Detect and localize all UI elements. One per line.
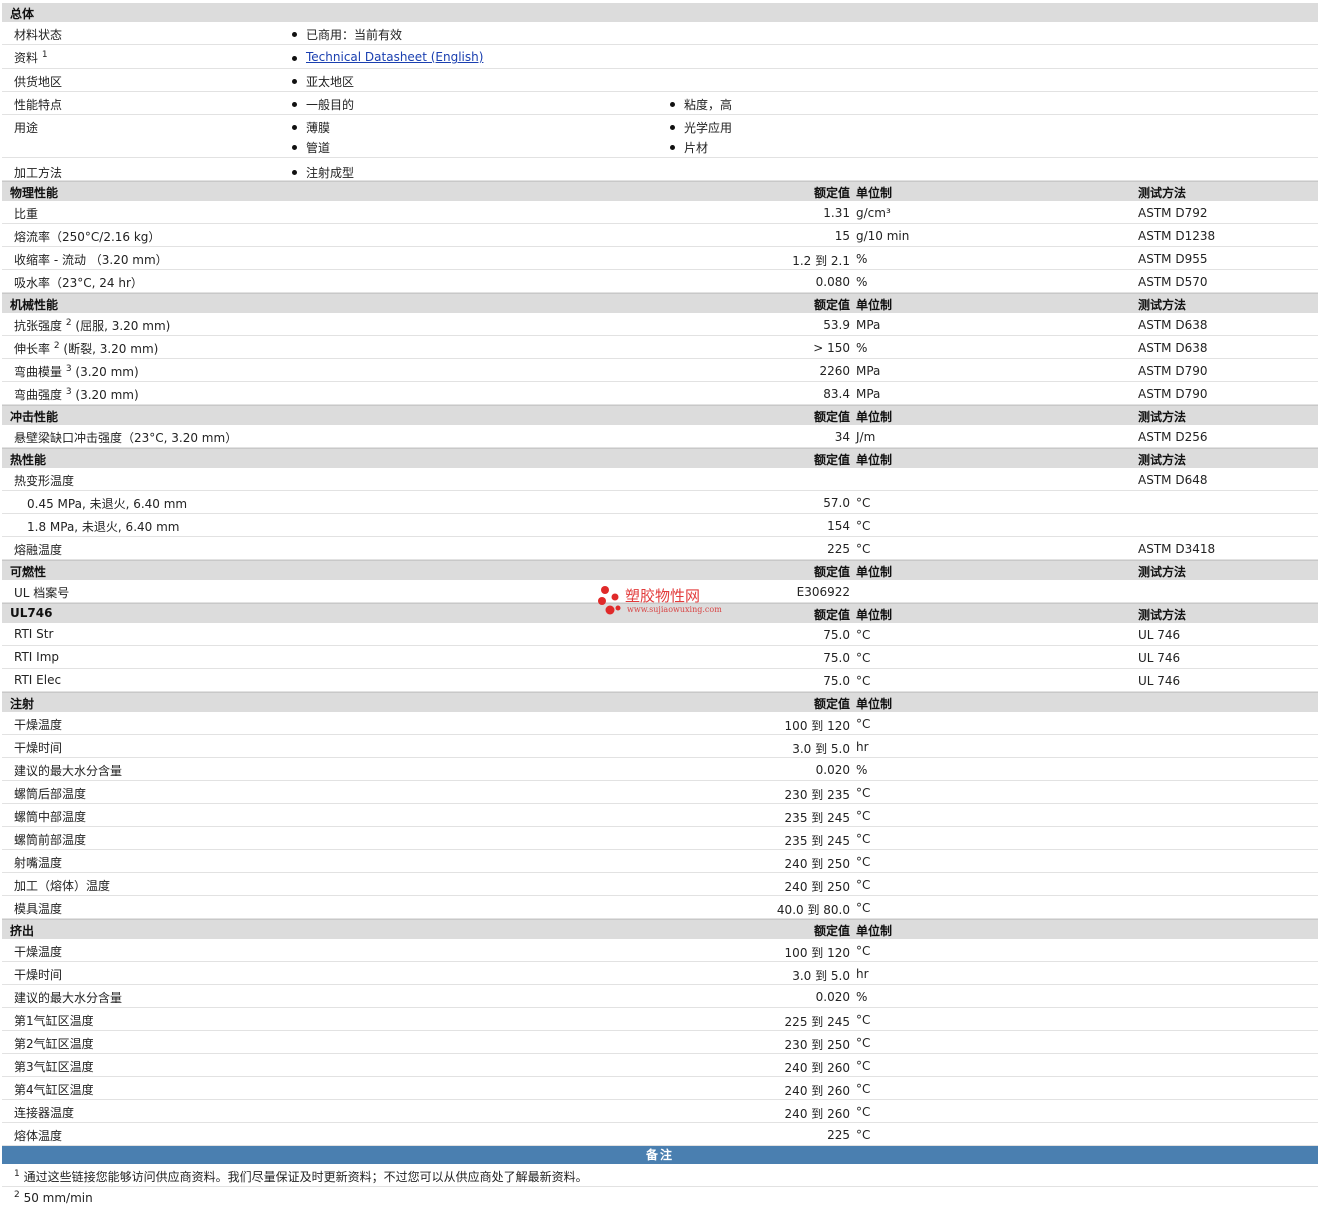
watermark-text: 塑胶物性网 bbox=[625, 587, 701, 605]
use-item: 片材 bbox=[668, 139, 732, 159]
property-row: 干燥时间 3.0 到 5.0 hr bbox=[2, 735, 1318, 758]
row-label: 加工方法 bbox=[14, 166, 63, 180]
property-row: 螺筒前部温度 235 到 245 °C bbox=[2, 827, 1318, 850]
section-title: 总体 bbox=[10, 7, 35, 21]
property-row: RTI Imp 75.0 °C UL 746 bbox=[2, 646, 1318, 669]
property-row: 加工（熔体）温度 240 到 250 °C bbox=[2, 873, 1318, 896]
property-row: 1.8 MPa, 未退火, 6.40 mm 154 °C bbox=[2, 514, 1318, 537]
property-row: 干燥温度 100 到 120 °C bbox=[2, 939, 1318, 962]
section-title: 挤出 bbox=[10, 924, 35, 938]
property-row: 0.45 MPa, 未退火, 6.40 mm 57.0 °C bbox=[2, 491, 1318, 514]
property-row: RTI Elec 75.0 °C UL 746 bbox=[2, 669, 1318, 692]
property-row: 弯曲强度 3 (3.20 mm) 83.4 MPa ASTM D790 bbox=[2, 382, 1318, 405]
notes-header: 备注 bbox=[2, 1146, 1318, 1164]
property-row: 连接器温度 240 到 260 °C bbox=[2, 1100, 1318, 1123]
section-title: 注射 bbox=[10, 697, 35, 711]
header-method: 测试方法 bbox=[1138, 186, 1187, 200]
property-row: 第3气缸区温度 240 到 260 °C bbox=[2, 1054, 1318, 1077]
feature-item: 一般目的 bbox=[290, 96, 354, 116]
row-label: 供货地区 bbox=[14, 75, 63, 89]
row-label: 材料状态 bbox=[14, 28, 63, 42]
row-status: 材料状态 已商用：当前有效 bbox=[2, 22, 1318, 45]
property-row: 干燥温度 100 到 120 °C bbox=[2, 712, 1318, 735]
property-row: 第2气缸区温度 230 到 250 °C bbox=[2, 1031, 1318, 1054]
property-row: 螺筒后部温度 230 到 235 °C bbox=[2, 781, 1318, 804]
property-row: 弯曲模量 3 (3.20 mm) 2260 MPa ASTM D790 bbox=[2, 359, 1318, 382]
property-row: 比重 1.31 g/cm³ ASTM D792 bbox=[2, 201, 1318, 224]
section-title: 热性能 bbox=[10, 453, 47, 467]
header-unit: 单位制 bbox=[856, 186, 893, 200]
section-title: 物理性能 bbox=[10, 186, 59, 200]
use-item: 光学应用 bbox=[668, 119, 732, 139]
status-value: 已商用：当前有效 bbox=[290, 26, 402, 46]
section-general-header: 总体 bbox=[2, 3, 1318, 22]
section-thermal-header: 热性能 额定值 单位制 测试方法 bbox=[2, 448, 1318, 468]
row-label: 用途 bbox=[14, 121, 39, 135]
watermark-logo: 塑胶物性网 www.sujiaowuxing.com bbox=[596, 584, 736, 620]
property-row: 熔流率（250°C/2.16 kg） 15 g/10 min ASTM D1238 bbox=[2, 224, 1318, 247]
section-impact-header: 冲击性能 额定值 单位制 测试方法 bbox=[2, 405, 1318, 425]
row-process: 加工方法 注射成型 bbox=[2, 158, 1318, 181]
property-row: RTI Str 75.0 °C UL 746 bbox=[2, 623, 1318, 646]
property-row: 吸水率（23°C, 24 hr） 0.080% ASTM D570 bbox=[2, 270, 1318, 293]
property-row: 建议的最大水分含量 0.020% bbox=[2, 758, 1318, 781]
property-row: 螺筒中部温度 235 到 245 °C bbox=[2, 804, 1318, 827]
section-injection-header: 注射 额定值 单位制 bbox=[2, 692, 1318, 712]
use-item: 管道 bbox=[290, 139, 330, 159]
property-row: 抗张强度 2 (屈服, 3.20 mm) 53.9 MPa ASTM D638 bbox=[2, 313, 1318, 336]
property-row: 干燥时间 3.0 到 5.0 hr bbox=[2, 962, 1318, 985]
section-mechanical-header: 机械性能 额定值 单位制 测试方法 bbox=[2, 293, 1318, 313]
property-row: 模具温度 40.0 到 80.0 °C bbox=[2, 896, 1318, 919]
property-row: 悬壁梁缺口冲击强度（23°C, 3.20 mm） 34 J/m ASTM D256 bbox=[2, 425, 1318, 448]
property-row: 第1气缸区温度 225 到 245 °C bbox=[2, 1008, 1318, 1031]
use-item: 薄膜 bbox=[290, 119, 330, 139]
section-title: 机械性能 bbox=[10, 298, 59, 312]
section-physical-header: 物理性能 额定值 单位制 测试方法 bbox=[2, 181, 1318, 201]
technical-datasheet-link[interactable]: Technical Datasheet (English) bbox=[306, 50, 483, 64]
row-region: 供货地区 亚太地区 bbox=[2, 69, 1318, 92]
property-row: 热变形温度 ASTM D648 bbox=[2, 468, 1318, 491]
property-row: 伸长率 2 (断裂, 3.20 mm) > 150% ASTM D638 bbox=[2, 336, 1318, 359]
row-features: 性能特点 一般目的 粘度，高 bbox=[2, 92, 1318, 115]
row-uses: 用途 薄膜 管道 光学应用 片材 bbox=[2, 115, 1318, 158]
header-value: 额定值 bbox=[813, 186, 850, 200]
region-value: 亚太地区 bbox=[290, 73, 354, 93]
section-title: UL746 bbox=[10, 606, 53, 620]
section-flammability-header: 可燃性 额定值 单位制 测试方法 bbox=[2, 560, 1318, 580]
row-label: 资料 1 bbox=[14, 50, 48, 66]
property-row: 射嘴温度 240 到 250 °C bbox=[2, 850, 1318, 873]
feature-item: 粘度，高 bbox=[668, 96, 732, 116]
row-docs: 资料 1 Technical Datasheet (English) bbox=[2, 45, 1318, 69]
section-title: 可燃性 bbox=[10, 565, 47, 579]
molecule-icon bbox=[598, 586, 621, 615]
property-row: 熔融温度 225 °C ASTM D3418 bbox=[2, 537, 1318, 560]
property-row: 建议的最大水分含量 0.020% bbox=[2, 985, 1318, 1008]
note-item: 2 50 mm/min bbox=[14, 1190, 93, 1206]
section-extrusion-header: 挤出 额定值 单位制 bbox=[2, 919, 1318, 939]
property-row: 收缩率 - 流动 （3.20 mm） 1.2 到 2.1% ASTM D955 bbox=[2, 247, 1318, 270]
note-item: 1 通过这些链接您能够访问供应商资料。我们尽量保证及时更新资料；不过您可以从供应… bbox=[2, 1164, 1318, 1187]
section-title: 冲击性能 bbox=[10, 410, 59, 424]
watermark-url: www.sujiaowuxing.com bbox=[627, 605, 722, 614]
row-label: 性能特点 bbox=[14, 98, 63, 112]
property-row: 熔体温度 225 °C bbox=[2, 1123, 1318, 1146]
property-row: 第4气缸区温度 240 到 260 °C bbox=[2, 1077, 1318, 1100]
